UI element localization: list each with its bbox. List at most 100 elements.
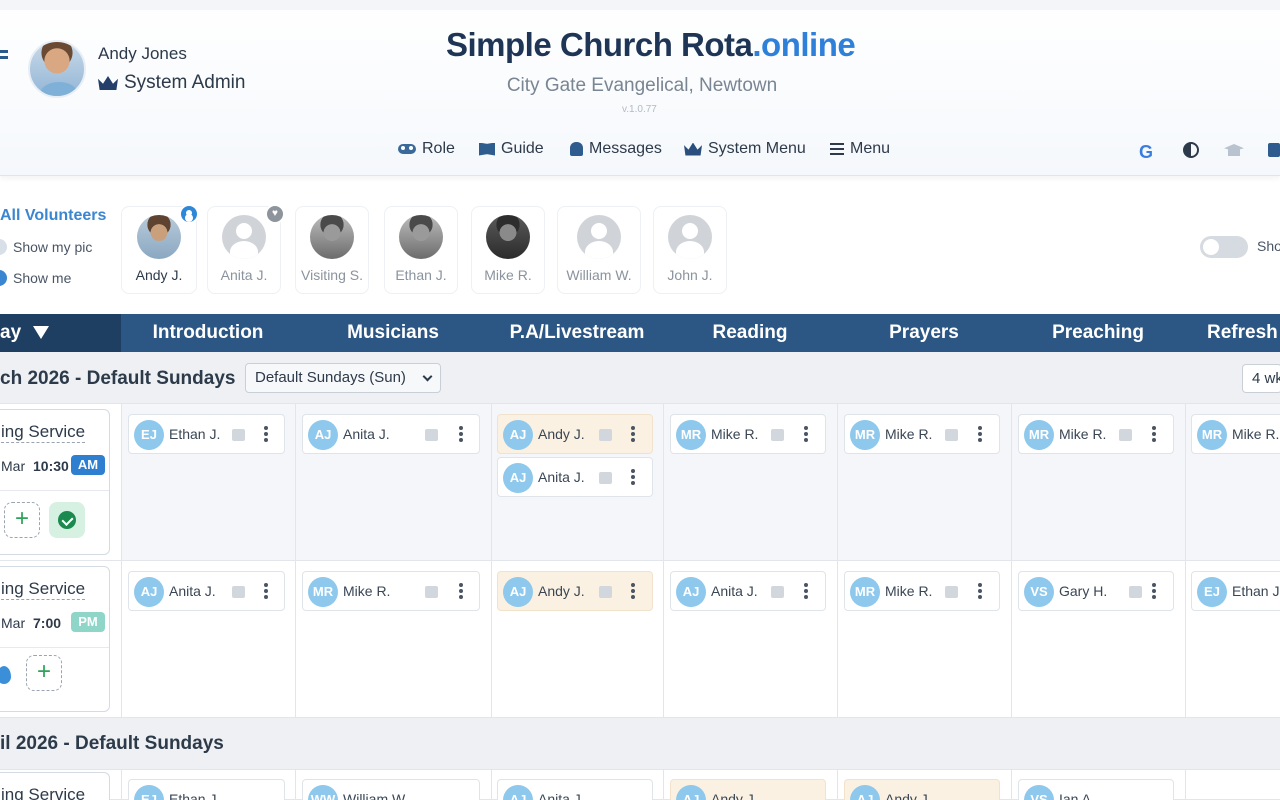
assignment-chip[interactable]: AJ Andy J. <box>497 571 653 611</box>
service-card[interactable]: ing Service Mar 7:00 PM + <box>0 566 110 712</box>
volunteer-card[interactable]: Mike R. <box>471 206 545 294</box>
assignment-chip[interactable]: AJ Andy J. <box>497 414 653 454</box>
assignment-chip[interactable]: AJ Andy J. <box>844 779 1000 800</box>
more-icon[interactable] <box>631 426 635 430</box>
water-drop-icon[interactable] <box>0 666 11 684</box>
assignment-chip[interactable]: AJ Anita J. <box>497 779 653 800</box>
initials-avatar: MR <box>1024 420 1054 450</box>
pm-badge: PM <box>71 612 105 632</box>
nav-role[interactable]: Role <box>398 140 455 158</box>
period-title: il 2026 - Default Sundays <box>0 733 224 754</box>
service-card[interactable]: ing Service Mar 10:30 AM + <box>0 409 110 555</box>
assignment-chip[interactable]: MR Mike R. <box>1018 414 1174 454</box>
day-column-header[interactable]: ay <box>0 314 121 352</box>
volunteer-name: Andy J. <box>885 791 932 800</box>
sort-down-icon[interactable] <box>33 326 50 340</box>
chevron-down-icon <box>422 371 433 382</box>
initials-avatar: AJ <box>850 785 880 800</box>
initials-avatar: VS <box>1024 577 1054 607</box>
show-my-pic-option[interactable]: Show my pic <box>0 239 92 255</box>
assignment-chip[interactable]: EJ Ethan J. <box>128 414 285 454</box>
assignment-chip[interactable]: MR Mike R. <box>844 414 1000 454</box>
initials-avatar: AJ <box>134 577 164 607</box>
sidebar-toggle-icon[interactable] <box>0 50 8 53</box>
volunteer-card[interactable]: Visiting S. <box>295 206 369 294</box>
radio-icon[interactable] <box>0 239 7 255</box>
assignment-chip[interactable]: AJ Anita J. <box>302 414 480 454</box>
service-time: 10:30 <box>33 458 69 474</box>
show-me-option[interactable]: Show me <box>0 270 71 286</box>
nav-system-menu-label: System Menu <box>708 140 806 157</box>
initials-avatar: MR <box>308 577 338 607</box>
weeks-select[interactable]: 4 wk <box>1242 364 1280 393</box>
assignment-chip[interactable]: AJ Andy J. <box>670 779 826 800</box>
more-icon[interactable] <box>264 426 268 430</box>
role-header[interactable]: Musicians <box>295 314 491 352</box>
avatar <box>399 215 443 259</box>
nav-guide[interactable]: Guide <box>479 140 544 158</box>
mixer-icon <box>599 586 612 598</box>
show-toggle[interactable] <box>1200 236 1248 258</box>
more-icon[interactable] <box>459 583 463 587</box>
role-header[interactable]: Refresh <box>1185 314 1280 352</box>
role-header[interactable]: Reading <box>663 314 837 352</box>
confirm-service-button[interactable] <box>49 502 85 538</box>
nav-messages[interactable]: Messages <box>570 140 662 158</box>
assignment-chip[interactable]: VS Ian A. <box>1018 779 1174 800</box>
service-name[interactable]: ing Service <box>1 785 85 800</box>
add-assignment-button[interactable]: + <box>4 502 40 538</box>
role-header[interactable]: Prayers <box>837 314 1011 352</box>
assignment-chip[interactable]: MR Mike R. <box>670 414 826 454</box>
role-header[interactable]: P.A/Livestream <box>491 314 663 352</box>
volunteer-card[interactable]: William W. <box>557 206 641 294</box>
more-icon[interactable] <box>1152 426 1156 430</box>
volunteer-card[interactable]: Ethan J. <box>384 206 458 294</box>
app-header: Andy Jones System Admin Simple Church Ro… <box>0 0 1280 176</box>
more-icon[interactable] <box>459 426 463 430</box>
service-card[interactable]: ing Service <box>0 772 110 800</box>
assignment-chip[interactable]: AJ Anita J. <box>670 571 826 611</box>
crown-icon <box>684 142 702 156</box>
google-icon[interactable]: G <box>1139 142 1153 163</box>
service-date: Mar <box>1 615 26 631</box>
volunteer-card[interactable]: John J. <box>653 206 727 294</box>
role-header[interactable]: Preaching <box>1011 314 1185 352</box>
radio-icon[interactable] <box>0 270 7 286</box>
assignment-chip[interactable]: EJ Ethan J. <box>128 779 285 800</box>
nav-role-label: Role <box>422 140 455 157</box>
more-icon[interactable] <box>631 583 635 587</box>
show-my-pic-label: Show my pic <box>13 239 93 255</box>
add-assignment-button[interactable]: + <box>26 655 62 691</box>
all-volunteers-link[interactable]: All Volunteers <box>0 207 106 225</box>
service-name[interactable]: ing Service <box>1 422 86 443</box>
calendar-icon[interactable] <box>1268 143 1280 157</box>
service-name[interactable]: ing Service <box>1 579 86 600</box>
graduation-cap-icon[interactable] <box>1224 144 1244 156</box>
volunteer-name: Anita J. <box>220 267 268 283</box>
more-icon[interactable] <box>804 583 808 587</box>
assignment-chip[interactable]: AJ Anita J. <box>128 571 285 611</box>
more-icon[interactable] <box>1152 583 1156 587</box>
more-icon[interactable] <box>804 426 808 430</box>
more-icon[interactable] <box>631 469 635 473</box>
nav-menu[interactable]: Menu <box>830 140 890 158</box>
rota-select[interactable]: Default Sundays (Sun) <box>245 363 441 393</box>
assignment-chip[interactable]: VS Gary H. <box>1018 571 1174 611</box>
church-name: City Gate Evangelical, Newtown <box>0 75 1280 97</box>
more-icon[interactable] <box>264 583 268 587</box>
more-icon[interactable] <box>978 426 982 430</box>
assignment-chip[interactable]: MR Mike R. <box>844 571 1000 611</box>
role-header[interactable]: Introduction <box>121 314 295 352</box>
nav-menu-label: Menu <box>850 140 891 157</box>
role-icon <box>398 144 416 154</box>
assignment-chip[interactable]: MR Mike R. <box>1191 414 1280 454</box>
assignment-chip[interactable]: MR Mike R. <box>302 571 480 611</box>
assignment-chip[interactable]: WW William W. <box>302 779 480 800</box>
contrast-icon[interactable] <box>1183 142 1199 158</box>
assignment-chip[interactable]: AJ Anita J. <box>497 457 653 497</box>
volunteer-name: Andy J. <box>135 267 183 283</box>
more-icon[interactable] <box>978 583 982 587</box>
assignment-chip[interactable]: EJ Ethan J. <box>1191 571 1280 611</box>
nav-guide-label: Guide <box>501 140 544 157</box>
nav-system-menu[interactable]: System Menu <box>684 140 806 158</box>
